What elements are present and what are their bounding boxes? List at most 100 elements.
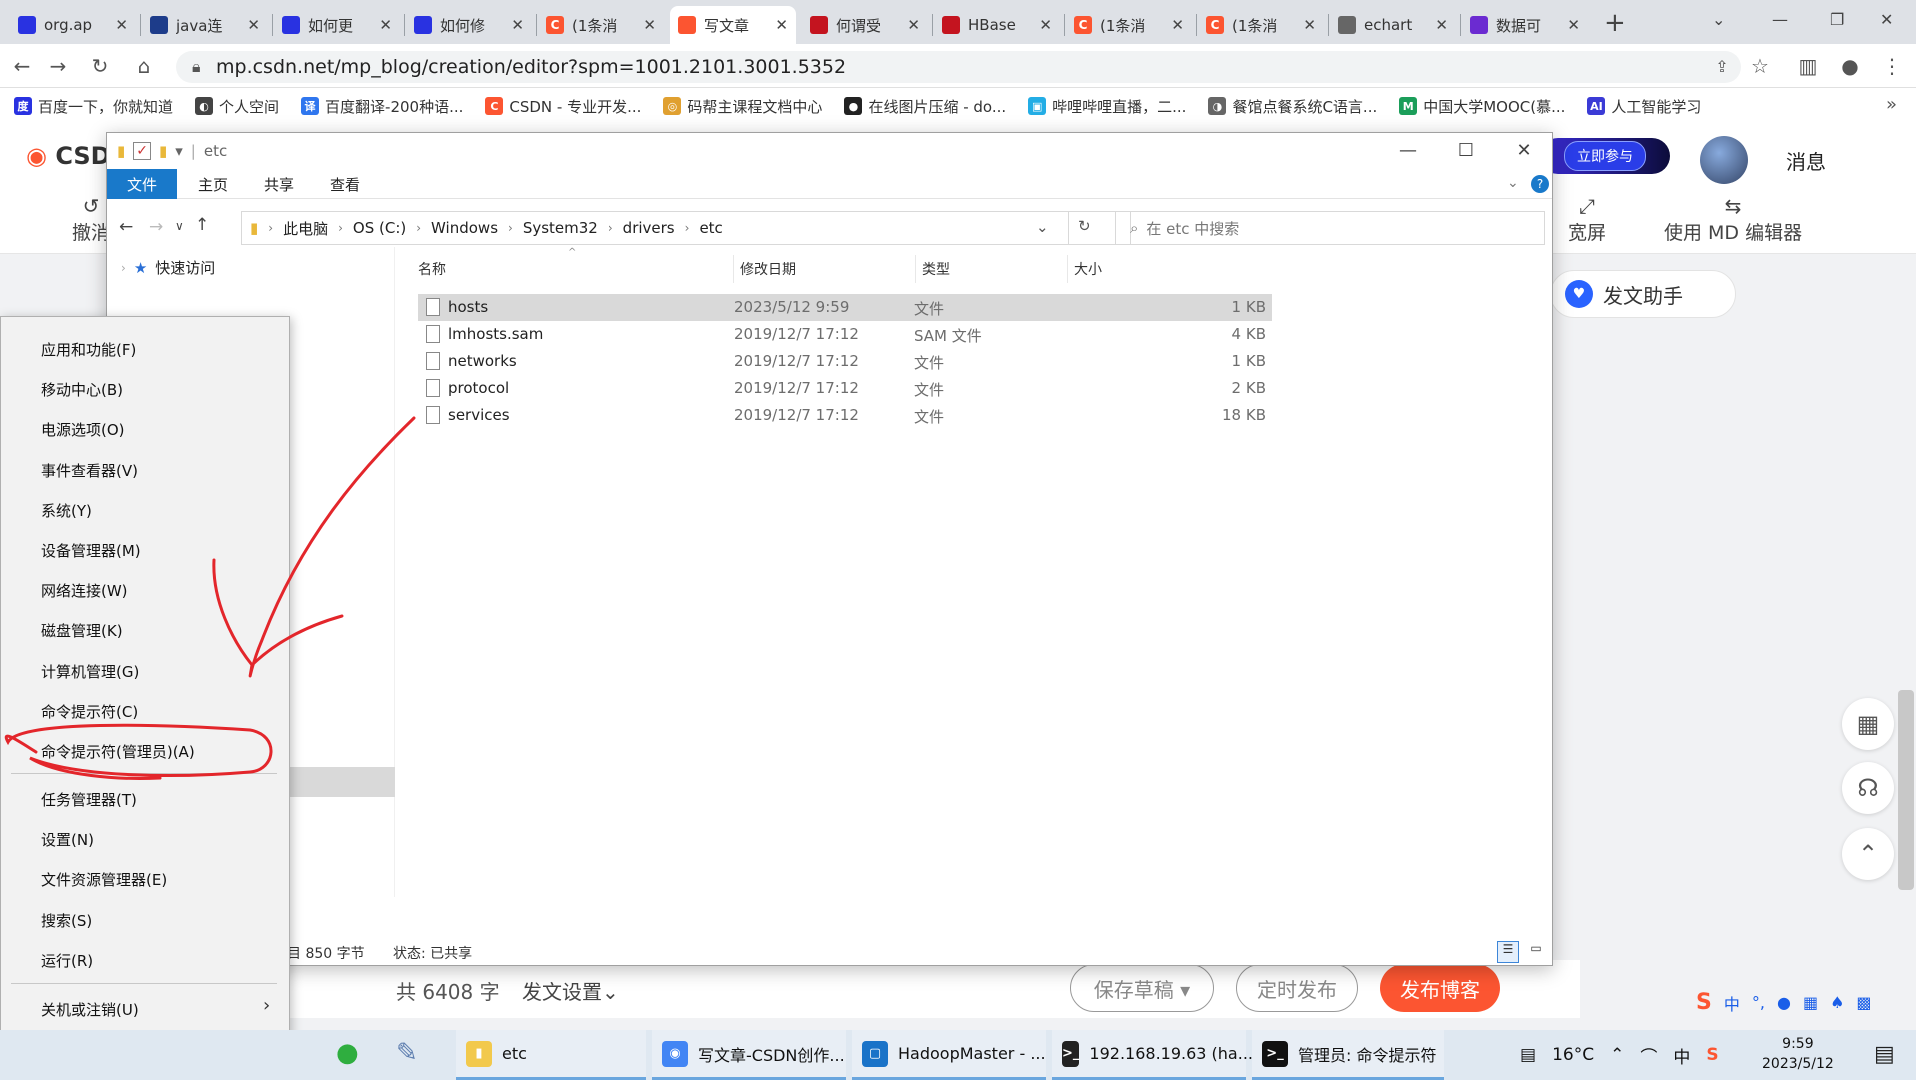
- tab-file[interactable]: 文件: [107, 169, 177, 199]
- ime-mode[interactable]: 中: [1724, 991, 1740, 1015]
- browser-tab[interactable]: C (1条消 ✕: [1198, 6, 1324, 44]
- headset-icon[interactable]: ☊: [1842, 762, 1894, 814]
- menu-item[interactable]: 移动中心(B): [41, 379, 123, 400]
- paint-brush-icon[interactable]: ✎: [396, 1038, 418, 1068]
- details-view-icon[interactable]: ☰: [1497, 941, 1519, 963]
- browser-tab[interactable]: echart ✕: [1330, 6, 1456, 44]
- promo-banner[interactable]: 立即参与: [1540, 138, 1670, 174]
- publish-settings-link[interactable]: 发文设置⌄: [522, 976, 619, 1005]
- path-dropdown-icon[interactable]: ⌄: [1036, 218, 1049, 236]
- tab-search-icon[interactable]: ⌄: [1712, 10, 1725, 29]
- punctuation-icon[interactable]: °,: [1752, 993, 1765, 1012]
- crumb-this-pc[interactable]: 此电脑: [283, 218, 328, 239]
- undo-button[interactable]: ↺ 撤消: [72, 194, 110, 245]
- crumb-c-drive[interactable]: OS (C:): [353, 219, 406, 237]
- crumb-drivers[interactable]: drivers: [623, 219, 675, 237]
- menu-item[interactable]: 搜索(S): [41, 910, 92, 931]
- menu-item[interactable]: 应用和功能(F): [41, 339, 136, 360]
- bookmark-item[interactable]: ● 在线图片压缩 - do...: [844, 96, 1006, 117]
- new-tab-button[interactable]: +: [1604, 8, 1626, 38]
- help-icon[interactable]: ?: [1531, 175, 1549, 193]
- tab-close-icon[interactable]: ✕: [907, 16, 920, 34]
- taskbar-app[interactable]: ▮ etc: [456, 1030, 646, 1080]
- writing-assistant-button[interactable]: ♥ 发文助手: [1550, 270, 1736, 318]
- window-minimize-icon[interactable]: —: [1772, 10, 1788, 29]
- minimize-icon[interactable]: —: [1379, 133, 1437, 167]
- tab-close-icon[interactable]: ✕: [775, 16, 788, 34]
- keyboard-icon[interactable]: ▦: [1803, 993, 1818, 1012]
- recent-dropdown-icon[interactable]: ∨: [175, 219, 184, 233]
- tab-close-icon[interactable]: ✕: [511, 16, 524, 34]
- back-to-top-icon[interactable]: ⌃: [1842, 828, 1894, 880]
- tab-share[interactable]: 共享: [249, 169, 309, 199]
- browser-tab[interactable]: HBase ✕: [934, 6, 1060, 44]
- back-icon[interactable]: ←: [8, 52, 36, 80]
- browser-tab[interactable]: C (1条消 ✕: [1066, 6, 1192, 44]
- file-row[interactable]: hosts 2023/5/12 9:59 文件 1 KB: [418, 294, 1272, 321]
- schedule-publish-button[interactable]: 定时发布: [1236, 964, 1358, 1012]
- tab-close-icon[interactable]: ✕: [115, 16, 128, 34]
- sogou-icon[interactable]: S: [1706, 1045, 1718, 1065]
- file-row[interactable]: networks 2019/12/7 17:12 文件 1 KB: [418, 348, 1272, 375]
- browser-tab[interactable]: java连 ✕: [142, 6, 268, 44]
- path-breadcrumb[interactable]: ▮ › 此电脑 › OS (C:) › Windows › System32 ›…: [241, 211, 1131, 245]
- temperature[interactable]: 16°C: [1552, 1045, 1594, 1065]
- bookmark-item[interactable]: 度百度一下，你就知道: [14, 96, 173, 117]
- forward-icon[interactable]: →: [44, 52, 72, 80]
- bookmark-item[interactable]: ◎ 码帮主课程文档中心: [663, 96, 822, 117]
- tab-close-icon[interactable]: ✕: [643, 16, 656, 34]
- browser-tab[interactable]: 如何更 ✕: [274, 6, 400, 44]
- window-close-icon[interactable]: ✕: [1880, 10, 1893, 29]
- qat-dropdown-icon[interactable]: ▾: [175, 142, 183, 160]
- tab-close-icon[interactable]: ✕: [1171, 16, 1184, 34]
- tray-chevron-icon[interactable]: ⌃: [1610, 1045, 1624, 1065]
- menu-item[interactable]: 计算机管理(G): [41, 661, 139, 682]
- file-row[interactable]: protocol 2019/12/7 17:12 文件 2 KB: [418, 375, 1272, 402]
- bookmark-item[interactable]: C CSDN - 专业开发...: [485, 96, 641, 117]
- menu-item[interactable]: 系统(Y): [41, 500, 92, 521]
- crumb-system32[interactable]: System32: [523, 219, 598, 237]
- wide-screen-button[interactable]: ⤢ 宽屏: [1568, 194, 1606, 245]
- back-arrow-icon[interactable]: ←: [119, 217, 133, 237]
- system-clock[interactable]: 9:59 2023/5/12: [1762, 1034, 1834, 1074]
- browser-tab[interactable]: 如何修 ✕: [406, 6, 532, 44]
- notification-icon[interactable]: ▤: [1874, 1042, 1895, 1067]
- browser-tab[interactable]: org.ap ✕: [10, 6, 136, 44]
- browser-tab[interactable]: 数据可 ✕: [1462, 6, 1588, 44]
- file-row[interactable]: services 2019/12/7 17:12 文件 18 KB: [418, 402, 1272, 429]
- explorer-search-input[interactable]: ⌕ 在 etc 中搜索: [1115, 211, 1545, 245]
- menu-item[interactable]: 设置(N): [41, 829, 94, 850]
- avatar[interactable]: [1700, 136, 1748, 184]
- refresh-icon[interactable]: ↻: [1078, 217, 1091, 235]
- share-icon[interactable]: ⇪: [1708, 52, 1736, 80]
- page-scrollbar[interactable]: [1898, 690, 1914, 890]
- publish-button[interactable]: 发布博客: [1380, 964, 1500, 1012]
- tab-home[interactable]: 主页: [183, 169, 243, 199]
- close-icon[interactable]: ✕: [1495, 133, 1553, 167]
- maximize-icon[interactable]: ☐: [1437, 133, 1495, 167]
- qrcode-icon[interactable]: ▦: [1842, 698, 1894, 750]
- mic-icon[interactable]: ●: [1777, 993, 1791, 1012]
- browser-tab[interactable]: 写文章 ✕: [670, 6, 796, 44]
- taskbar-app[interactable]: >_ 管理员: 命令提示符: [1252, 1030, 1444, 1080]
- browser-tab[interactable]: C (1条消 ✕: [538, 6, 664, 44]
- tab-close-icon[interactable]: ✕: [1435, 16, 1448, 34]
- tab-close-icon[interactable]: ✕: [247, 16, 260, 34]
- menu-icon[interactable]: ⋮: [1878, 52, 1906, 80]
- bookmark-item[interactable]: ▣ 哔哩哔哩直播，二...: [1028, 96, 1186, 117]
- menu-item[interactable]: 磁盘管理(K): [41, 620, 123, 641]
- menu-item[interactable]: 命令提示符(管理员)(A): [41, 741, 195, 762]
- taskbar-app[interactable]: ▢ HadoopMaster - ...: [852, 1030, 1046, 1080]
- bookmark-item[interactable]: 译百度翻译-200种语...: [301, 96, 463, 117]
- crumb-windows[interactable]: Windows: [431, 219, 498, 237]
- tab-close-icon[interactable]: ✕: [1567, 16, 1580, 34]
- reload-icon[interactable]: ↻: [86, 52, 114, 80]
- ribbon-expand-icon[interactable]: ⌄: [1507, 175, 1519, 191]
- taskbar-app[interactable]: ◉ 写文章-CSDN创作...: [652, 1030, 846, 1080]
- menu-item[interactable]: 运行(R): [41, 950, 93, 971]
- column-date[interactable]: 修改日期: [734, 255, 916, 283]
- expand-chevron-icon[interactable]: ›: [121, 261, 126, 275]
- menu-item[interactable]: 电源选项(O): [41, 419, 125, 440]
- tab-close-icon[interactable]: ✕: [1303, 16, 1316, 34]
- window-restore-icon[interactable]: ❐: [1830, 10, 1844, 29]
